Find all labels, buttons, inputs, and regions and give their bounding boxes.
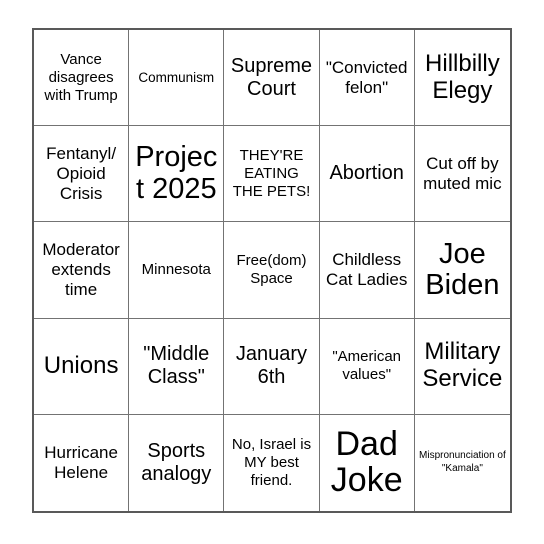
bingo-cell-label: THEY'RE EATING THE PETS! — [232, 146, 311, 200]
bingo-cell-label: Project 2025 — [135, 141, 218, 205]
bingo-cell[interactable]: Dad Joke — [319, 414, 415, 511]
bingo-cell[interactable]: Project 2025 — [129, 126, 225, 223]
bingo-cell-label: Moderator extends time — [42, 239, 120, 300]
bingo-cell[interactable]: Supreme Court — [224, 30, 320, 127]
bingo-cell[interactable]: Sports analogy — [129, 414, 225, 511]
bingo-cell-label: Unions — [43, 351, 119, 379]
bingo-cell-label: January 6th — [235, 343, 308, 389]
bingo-cell[interactable]: Abortion — [319, 126, 415, 223]
bingo-cell-label: Vance disagrees with Trump — [44, 50, 118, 104]
bingo-cell[interactable]: Fentanyl/ Opioid Crisis — [34, 126, 130, 223]
bingo-cell[interactable]: Communism — [129, 30, 225, 127]
bingo-cell-label: Minnesota — [141, 260, 211, 278]
bingo-card: Vance disagrees with Trump Communism Supre… — [32, 28, 512, 513]
bingo-cell[interactable]: "American values" — [319, 318, 415, 415]
bingo-cell[interactable]: Childless Cat Ladies — [319, 222, 415, 319]
bingo-cell[interactable]: Hurricane Helene — [34, 414, 130, 511]
bingo-cell[interactable]: No, Israel is MY best friend. — [224, 414, 320, 511]
bingo-cell-label: Supreme Court — [230, 54, 313, 100]
bingo-cell-label: "Middle Class" — [143, 343, 210, 389]
bingo-cell-label: Free(dom) Space — [236, 251, 307, 287]
bingo-cell[interactable]: Minnesota — [129, 222, 225, 319]
bingo-cell-label: Sports analogy — [141, 439, 212, 485]
bingo-cell[interactable]: "Convicted felon" — [319, 30, 415, 127]
bingo-cell-label: "American values" — [332, 348, 402, 384]
bingo-cell-label: Communism — [138, 69, 215, 85]
bingo-cell-label: Military Service — [422, 338, 503, 393]
bingo-cell-label: Hillbilly Elegy — [425, 49, 500, 104]
bingo-cell-label: "Convicted felon" — [325, 57, 408, 97]
bingo-cell[interactable]: Vance disagrees with Trump — [34, 30, 130, 127]
bingo-cell[interactable]: Hillbilly Elegy — [414, 30, 510, 127]
bingo-cell-label: Fentanyl/ Opioid Crisis — [46, 143, 117, 203]
bingo-cell[interactable]: THEY'RE EATING THE PETS! — [224, 126, 320, 223]
bingo-cell[interactable]: Free(dom) Space — [224, 222, 320, 319]
bingo-cell[interactable]: "Middle Class" — [129, 318, 225, 415]
bingo-cell-label: No, Israel is MY best friend. — [231, 435, 312, 489]
bingo-cell-label: Cut off by muted mic — [423, 153, 502, 193]
bingo-cell-label: Hurricane Helene — [44, 442, 118, 482]
bingo-cell-label: Dad Joke — [330, 425, 403, 499]
bingo-cell[interactable]: January 6th — [224, 318, 320, 415]
bingo-cell[interactable]: Joe Biden — [414, 222, 510, 319]
bingo-cell-label: Joe Biden — [425, 237, 500, 301]
bingo-cell[interactable]: Military Service — [414, 318, 510, 415]
bingo-cell[interactable]: Mispronunciation of "Kamala" — [414, 414, 510, 511]
bingo-cell[interactable]: Moderator extends time — [34, 222, 130, 319]
bingo-cell-label: Abortion — [329, 162, 404, 185]
bingo-cell-label: Mispronunciation of "Kamala" — [419, 450, 506, 474]
bingo-cell[interactable]: Unions — [34, 318, 130, 415]
bingo-cell-label: Childless Cat Ladies — [326, 249, 408, 289]
bingo-cell[interactable]: Cut off by muted mic — [414, 126, 510, 223]
